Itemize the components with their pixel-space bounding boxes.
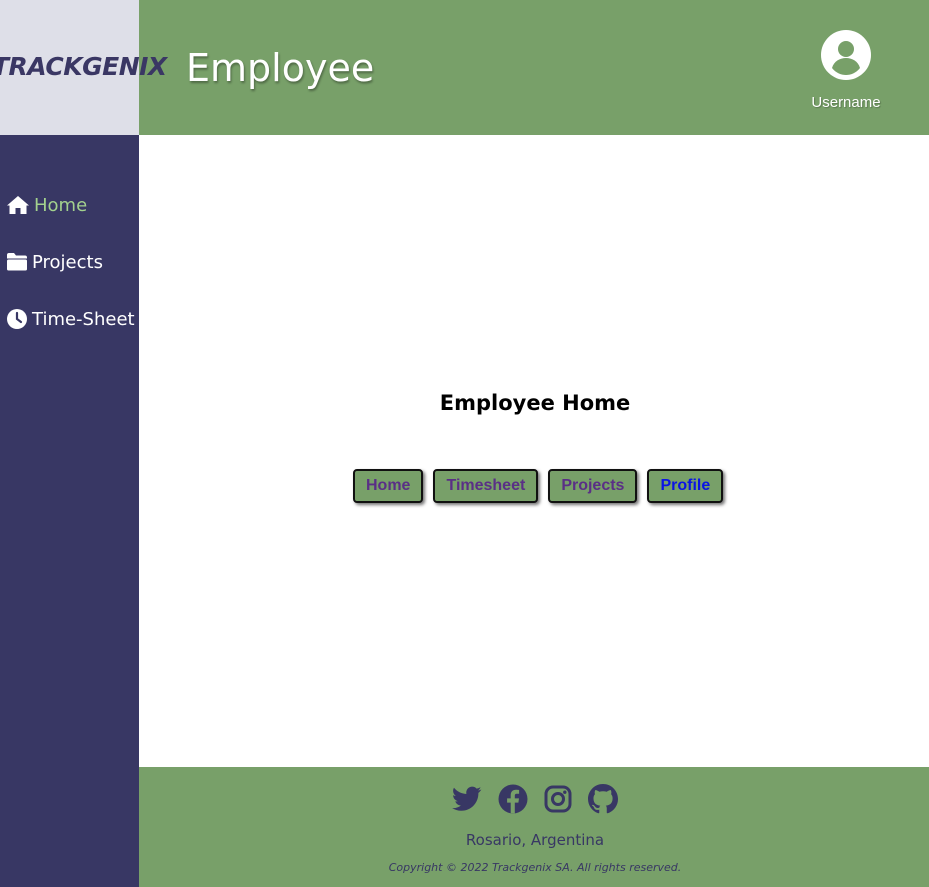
home-icon xyxy=(6,195,30,215)
github-icon[interactable] xyxy=(588,784,618,814)
clock-icon xyxy=(6,308,28,330)
folder-icon xyxy=(6,252,28,272)
user-avatar-icon[interactable] xyxy=(805,30,887,80)
sidebar-item-time-sheet[interactable]: Time-Sheet xyxy=(6,306,135,332)
footer-copyright: Copyright © 2022 Trackgenix SA. All righ… xyxy=(388,861,682,874)
username-label[interactable]: Username xyxy=(805,94,887,111)
app: TRACKGENIX Employee Username Home Projec… xyxy=(0,0,929,887)
profile-button[interactable]: Profile xyxy=(647,469,724,503)
sidebar-item-projects[interactable]: Projects xyxy=(6,249,103,275)
sidebar-item-label: Home xyxy=(34,194,88,216)
main-content: Employee Home Home Timesheet Projects Pr… xyxy=(139,135,929,767)
page-title: Employee xyxy=(186,46,375,90)
sidebar-item-home[interactable]: Home xyxy=(6,192,87,218)
logo[interactable]: TRACKGENIX xyxy=(0,52,167,81)
home-button[interactable]: Home xyxy=(353,469,424,503)
timesheet-button[interactable]: Timesheet xyxy=(433,469,539,503)
twitter-icon[interactable] xyxy=(452,786,482,812)
header: Employee Username xyxy=(139,0,929,135)
facebook-icon[interactable] xyxy=(498,784,528,814)
footer: Rosario, Argentina Copyright © 2022 Trac… xyxy=(139,767,929,887)
footer-location: Rosario, Argentina xyxy=(465,831,605,849)
button-group: Home Timesheet Projects Profile xyxy=(353,469,724,503)
sidebar: Home Projects Time-Sheet xyxy=(0,135,139,887)
sidebar-item-label: Projects xyxy=(32,251,103,273)
section-title: Employee Home xyxy=(439,391,631,415)
instagram-icon[interactable] xyxy=(544,785,572,813)
sidebar-item-label: Time-Sheet xyxy=(32,308,135,330)
social-links xyxy=(452,784,618,814)
user-menu[interactable]: Username xyxy=(805,30,887,111)
projects-button[interactable]: Projects xyxy=(548,469,638,503)
